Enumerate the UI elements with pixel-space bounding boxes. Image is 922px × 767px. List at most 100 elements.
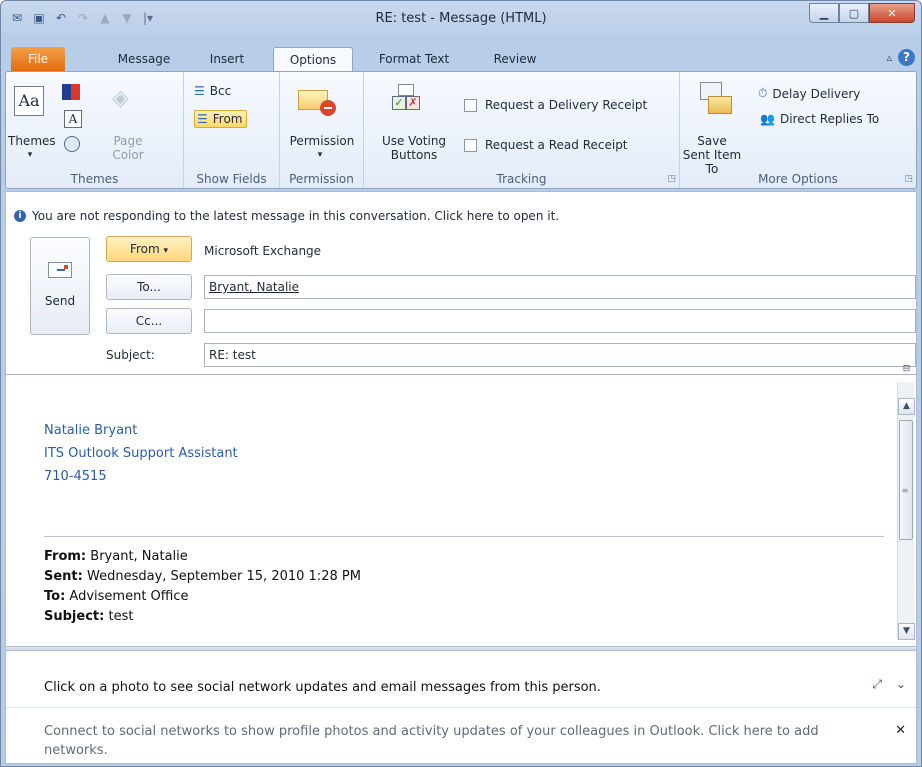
direct-replies-icon: 👥 <box>760 112 775 126</box>
tracking-dialog-launcher-icon[interactable]: ◳ <box>667 174 676 184</box>
cc-field[interactable] <box>204 309 916 333</box>
quoted-from-label: From: <box>44 549 87 564</box>
group-themes: Aa Themes ▾ A ◈ Page Color Themes <box>6 72 184 188</box>
send-label: Send <box>44 294 76 308</box>
to-field[interactable]: Bryant, Natalie <box>204 275 916 299</box>
delivery-receipt-label[interactable]: Request a Delivery Receipt <box>485 98 647 112</box>
tab-format-text[interactable]: Format Text <box>371 47 457 71</box>
group-permission: Permission ▾ Permission <box>280 72 364 188</box>
save-sent-item-icon[interactable] <box>700 82 734 116</box>
quoted-header: From: Bryant, Natalie Sent: Wednesday, S… <box>44 547 361 627</box>
chevron-down-icon[interactable]: ⌄ <box>896 677 906 692</box>
voting-buttons-icon[interactable]: ✓ ✗ <box>390 82 424 116</box>
send-envelope-icon <box>48 262 72 278</box>
social-networks-link[interactable]: Connect to social networks to show profi… <box>44 722 874 760</box>
ribbon-options: Aa Themes ▾ A ◈ Page Color Themes ☰ Bcc … <box>5 71 917 189</box>
vertical-scrollbar[interactable]: ⊟ ▲ ≡ ▼ <box>897 364 915 640</box>
close-icon[interactable]: ✕ <box>895 723 906 738</box>
permission-group-label: Permission <box>289 172 354 186</box>
bcc-icon: ☰ <box>194 84 205 98</box>
scroll-grip-icon: ≡ <box>901 486 909 495</box>
people-pane-divider <box>6 707 916 708</box>
maximize-button[interactable]: ▢ <box>839 3 869 23</box>
send-button[interactable]: Send <box>30 237 90 335</box>
from-button[interactable]: From ▾ <box>106 236 192 262</box>
group-tracking: ✓ ✗ Use Voting Buttons Request a Deliver… <box>364 72 680 188</box>
info-bar[interactable]: i You are not responding to the latest m… <box>14 209 559 223</box>
ruler-toggle-icon[interactable]: ⊟ <box>898 362 915 379</box>
tab-review[interactable]: Review <box>487 47 543 71</box>
direct-replies-button[interactable]: 👥 Direct Replies To <box>760 112 879 126</box>
to-button[interactable]: To... <box>106 274 192 300</box>
to-recipient[interactable]: Bryant, Natalie <box>209 280 299 294</box>
more-options-dialog-launcher-icon[interactable]: ◳ <box>904 174 913 184</box>
group-more-options: Save Sent Item To ⏱ Delay Delivery 👥 Dir… <box>680 72 916 188</box>
themes-icon[interactable]: Aa <box>14 86 44 116</box>
delay-delivery-button[interactable]: ⏱ Delay Delivery <box>758 86 860 101</box>
tab-insert[interactable]: Insert <box>201 47 253 71</box>
quoted-from: Bryant, Natalie <box>90 549 188 564</box>
delay-delivery-icon: ⏱ <box>758 86 768 100</box>
themes-dropdown-icon[interactable]: ▾ <box>20 148 40 162</box>
voting-buttons-label[interactable]: Use Voting Buttons <box>372 134 456 162</box>
ribbon-tabs: File Message Insert Options Format Text … <box>9 41 915 72</box>
group-show-fields: ☰ Bcc ☰ From Show Fields <box>184 72 280 188</box>
bcc-label: Bcc <box>209 84 232 98</box>
from-field-icon: ☰ <box>197 112 208 126</box>
message-body[interactable]: Natalie Bryant ITS Outlook Support Assis… <box>6 374 916 644</box>
subject-field[interactable]: RE: test <box>204 343 916 367</box>
people-pane-splitter[interactable] <box>6 646 916 651</box>
signature-name: Natalie Bryant <box>44 423 138 438</box>
delivery-receipt-checkbox[interactable] <box>464 99 477 112</box>
window-controls: ▁ ▢ ✕ <box>809 3 915 23</box>
direct-replies-label: Direct Replies To <box>779 112 880 126</box>
quoted-subject-label: Subject: <box>44 609 105 624</box>
quoted-subject: test <box>108 609 134 624</box>
quoted-sent-label: Sent: <box>44 569 83 584</box>
show-fields-group-label: Show Fields <box>196 172 267 186</box>
scroll-up-icon[interactable]: ▲ <box>898 398 915 415</box>
read-receipt-checkbox[interactable] <box>464 139 477 152</box>
fonts-icon[interactable]: A <box>64 110 82 128</box>
cc-button[interactable]: Cc... <box>106 308 192 334</box>
more-options-group-label: More Options <box>758 172 838 186</box>
delay-delivery-label: Delay Delivery <box>772 86 861 101</box>
tab-row-controls: ▵ ? <box>886 49 915 66</box>
themes-label[interactable]: Themes <box>8 134 56 148</box>
window-title: RE: test - Message (HTML) <box>375 11 547 26</box>
tab-options[interactable]: Options <box>273 47 353 72</box>
save-sent-item-label[interactable]: Save Sent Item To <box>682 134 742 176</box>
quote-divider <box>44 536 884 537</box>
page-color-icon[interactable]: ◈ <box>112 86 136 114</box>
scroll-down-icon[interactable]: ▼ <box>898 623 915 640</box>
read-receipt-label[interactable]: Request a Read Receipt <box>485 138 628 152</box>
info-icon: i <box>14 210 26 222</box>
tracking-group-label: Tracking <box>496 172 547 186</box>
help-icon[interactable]: ? <box>898 49 915 66</box>
permission-icon[interactable] <box>298 86 338 116</box>
title-bar: ✉ ▣ ↶ ↷ ▲ ▼ |▾ RE: test - Message (HTML)… <box>1 1 921 39</box>
quoted-to-label: To: <box>44 589 66 604</box>
signature-title: ITS Outlook Support Assistant <box>44 446 238 461</box>
colors-icon[interactable] <box>62 84 80 100</box>
permission-dropdown-icon[interactable]: ▾ <box>310 148 330 162</box>
tab-message[interactable]: Message <box>105 47 183 71</box>
quoted-sent: Wednesday, September 15, 2010 1:28 PM <box>87 569 361 584</box>
tab-file[interactable]: File <box>11 47 65 71</box>
people-pane-hint: Click on a photo to see social network u… <box>44 680 601 695</box>
from-field-label: From <box>212 112 243 126</box>
chevron-down-icon: ▾ <box>163 246 169 256</box>
outlook-message-window: ✉ ▣ ↶ ↷ ▲ ▼ |▾ RE: test - Message (HTML)… <box>0 0 922 767</box>
signature: Natalie Bryant ITS Outlook Support Assis… <box>44 419 238 488</box>
expand-icon[interactable]: ⤢ <box>872 677 882 692</box>
minimize-ribbon-icon[interactable]: ▵ <box>886 51 892 64</box>
from-field-toggle[interactable]: ☰ From <box>194 110 247 128</box>
close-button[interactable]: ✕ <box>869 3 915 23</box>
bcc-button[interactable]: ☰ Bcc <box>194 84 231 98</box>
effects-icon[interactable] <box>64 136 80 152</box>
permission-label[interactable]: Permission <box>284 134 360 148</box>
scroll-thumb[interactable] <box>899 420 913 540</box>
signature-phone: 710-4515 <box>44 469 107 484</box>
page-color-label[interactable]: Page Color <box>102 134 154 162</box>
minimize-button[interactable]: ▁ <box>809 3 839 23</box>
